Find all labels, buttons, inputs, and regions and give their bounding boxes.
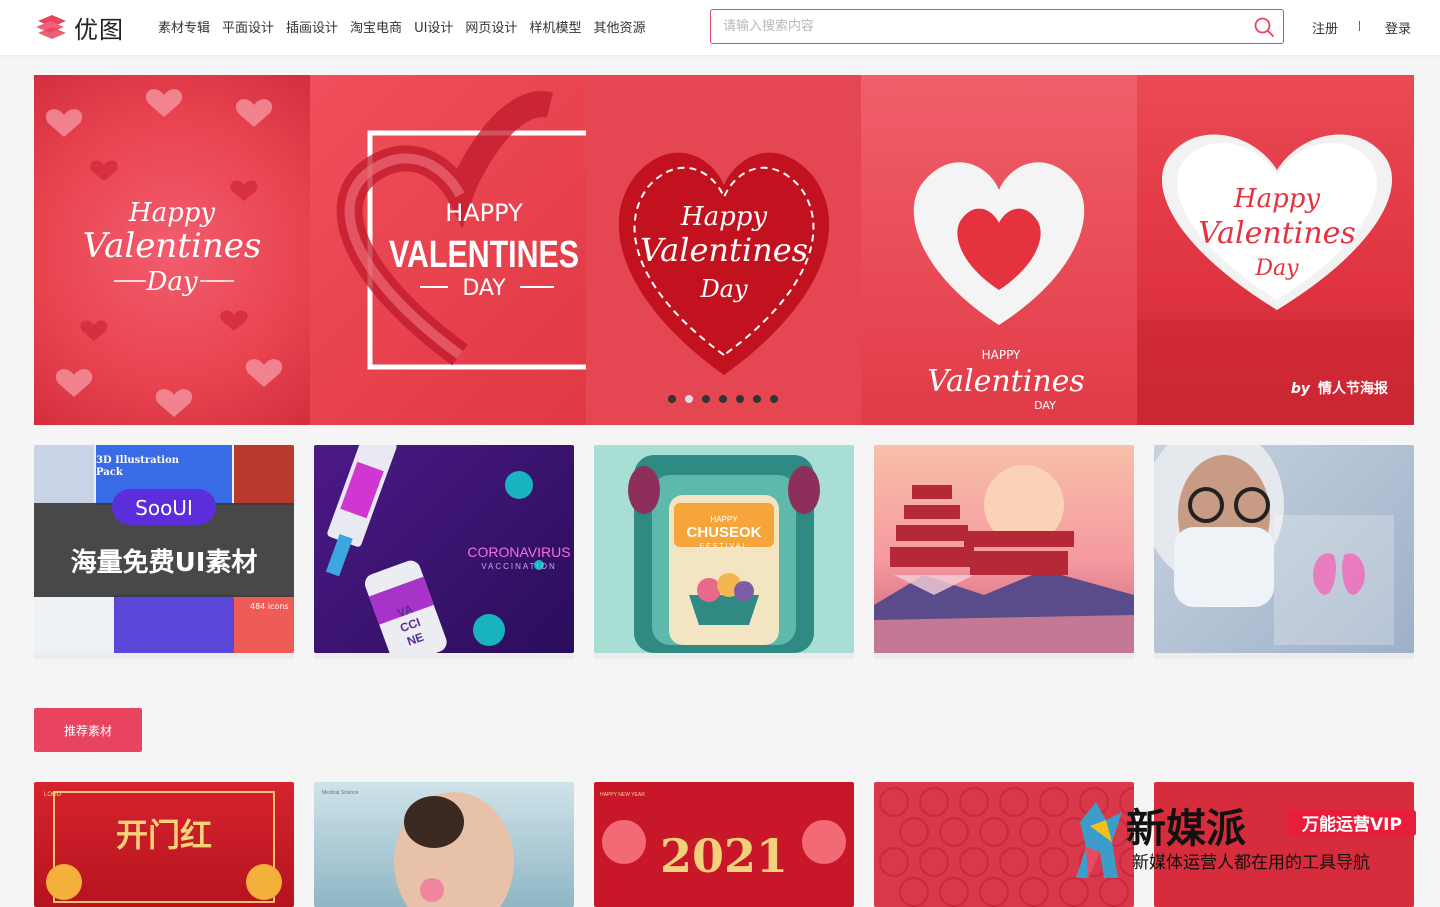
- banner-byline: by 情人节海报: [1291, 378, 1388, 398]
- top-header: 优图 素材专辑 平面设计 插画设计 淘宝电商 UI设计 网页设计 样机模型 其他…: [0, 0, 1440, 55]
- banner-1-line1: Happy: [128, 198, 215, 228]
- card-pagoda[interactable]: [874, 445, 1134, 653]
- nav-item-ui-design[interactable]: UI设计: [414, 17, 453, 36]
- bottom-card-1-tag: LOGO: [44, 792, 62, 798]
- hearts-pattern-1: Happy Valentines Day: [45, 89, 283, 417]
- banner-3-line2: Valentines: [640, 231, 808, 269]
- search-box: [710, 9, 1284, 44]
- bottom-card-3-title: 2021: [660, 829, 788, 883]
- recommend-tab-button[interactable]: 推荐素材: [34, 708, 142, 752]
- bottom-card-2[interactable]: Medical Science: [314, 782, 574, 907]
- bottom-card-3[interactable]: HAPPY NEW YEAR 2021: [594, 782, 854, 907]
- nav-item-graphic-design[interactable]: 平面设计: [222, 17, 274, 36]
- register-link[interactable]: 注册: [1312, 18, 1338, 37]
- card-medical[interactable]: [1154, 445, 1414, 653]
- card-sooui-sub3: 484 icons: [250, 602, 289, 611]
- banner-panel-5: Happy Valentines Day: [1137, 75, 1414, 425]
- card-shadow-2: [314, 653, 574, 659]
- nav-item-illustration[interactable]: 插画设计: [286, 17, 338, 36]
- bottom-card-3-art: HAPPY NEW YEAR 2021: [600, 792, 846, 883]
- watermark-badge: 万能运营VIP: [1301, 814, 1402, 835]
- banner-4-line3: DAY: [1034, 399, 1056, 412]
- banner-1-line3: Day: [145, 267, 197, 297]
- card-shadow-1: [34, 653, 294, 659]
- heart-5: Happy Valentines Day: [1137, 134, 1414, 425]
- card-sooui[interactable]: SooUI 海量免费UI素材 3D Illustration Pack 484 …: [34, 445, 294, 653]
- hero-banner[interactable]: Happy Valentines Day HAPPY VALENTINES DA…: [34, 75, 1414, 425]
- carousel-dot-3[interactable]: [702, 395, 710, 403]
- card-vaccine[interactable]: CORONAVIRUS VACCINATION VA CCI NE: [314, 445, 574, 653]
- card-shadow-4: [874, 653, 1134, 659]
- main-nav: 素材专辑 平面设计 插画设计 淘宝电商 UI设计 网页设计 样机模型 其他资源: [158, 17, 657, 36]
- card-vaccine-sub: VACCINATION: [481, 562, 556, 571]
- carousel-dot-2[interactable]: [685, 395, 693, 403]
- bottom-card-3-tag: HAPPY NEW YEAR: [600, 792, 645, 798]
- nav-item-other[interactable]: 其他资源: [593, 17, 645, 36]
- banner-5-line1: Happy: [1233, 184, 1320, 214]
- banner-panel-1: Happy Valentines Day: [34, 75, 310, 425]
- banner-4-line1: HAPPY: [982, 348, 1021, 362]
- card-sooui-sub1: 3D Illustration: [96, 455, 180, 466]
- site-logo[interactable]: 优图: [34, 10, 124, 44]
- watermark-overlay: 新媒派 万能运营VIP 新媒体运营人都在用的工具导航: [1066, 792, 1426, 882]
- bottom-card-2-title: Medical Science: [322, 790, 359, 796]
- auth-divider: [1359, 21, 1360, 31]
- card-chuseok-art: HAPPY CHUSEOK FESTIVAL: [628, 455, 820, 653]
- card-vaccine-art: CORONAVIRUS VACCINATION VA CCI NE: [325, 445, 571, 653]
- card-chuseok-sub: FESTIVAL: [700, 543, 749, 550]
- carousel-dot-4[interactable]: [719, 395, 727, 403]
- banner-5-line2: Valentines: [1198, 216, 1356, 251]
- banner-3-line3: Day: [699, 275, 748, 303]
- logo-icon: [36, 15, 66, 39]
- card-sooui-sub2: Pack: [96, 467, 124, 478]
- banner-2-line3: DAY: [462, 276, 506, 301]
- bottom-card-2-art: Medical Science: [322, 790, 514, 907]
- carousel-dots: [668, 395, 787, 403]
- card-vaccine-title: CORONAVIRUS: [467, 544, 570, 560]
- card-sooui-badge: SooUI: [135, 496, 193, 520]
- search-icon[interactable]: [1253, 16, 1275, 38]
- nav-item-mockups[interactable]: 样机模型: [529, 17, 581, 36]
- bottom-card-1-title: 开门红: [116, 816, 212, 854]
- banner-2-line2: VALENTINES: [389, 234, 579, 276]
- watermark-subtitle: 新媒体运营人都在用的工具导航: [1132, 853, 1370, 873]
- logo-text: 优图: [74, 15, 124, 44]
- banner-1-line2: Valentines: [83, 226, 262, 266]
- banner-2-line1: HAPPY: [445, 199, 523, 227]
- carousel-dot-5[interactable]: [736, 395, 744, 403]
- bottom-card-1-art: LOGO 开门红: [44, 791, 282, 903]
- nav-item-web-design[interactable]: 网页设计: [465, 17, 517, 36]
- card-sooui-art: SooUI 海量免费UI素材 3D Illustration Pack 484 …: [34, 445, 294, 653]
- card-sooui-title: 海量免费UI素材: [71, 547, 258, 578]
- banner-4-line2: Valentines: [927, 364, 1085, 399]
- card-pagoda-art: [874, 465, 1134, 653]
- banner-panel-4: HAPPY Valentines DAY: [861, 75, 1137, 425]
- byline-text: 情人节海报: [1318, 381, 1388, 397]
- login-link[interactable]: 登录: [1385, 18, 1411, 37]
- card-chuseok[interactable]: HAPPY CHUSEOK FESTIVAL: [594, 445, 854, 653]
- card-shadow-3: [594, 653, 854, 659]
- carousel-dot-1[interactable]: [668, 395, 676, 403]
- search-input[interactable]: [711, 10, 1231, 43]
- carousel-dot-6[interactable]: [753, 395, 761, 403]
- banner-panel-3: Happy Valentines Day: [586, 75, 861, 425]
- banner-3-line1: Happy: [680, 202, 767, 232]
- bottom-card-1[interactable]: LOGO 开门红: [34, 782, 294, 907]
- watermark-art: 新媒派 万能运营VIP 新媒体运营人都在用的工具导航: [1076, 802, 1416, 878]
- card-chuseok-pre: HAPPY: [710, 515, 738, 524]
- card-shadow-5: [1154, 653, 1414, 659]
- carousel-dot-7[interactable]: [770, 395, 778, 403]
- heart-3: Happy Valentines Day: [618, 152, 830, 375]
- banner-panel-2: HAPPY VALENTINES DAY: [310, 75, 586, 425]
- byline-by: by: [1290, 381, 1310, 397]
- heart-4: HAPPY Valentines DAY: [913, 162, 1085, 412]
- watermark-title: 新媒派: [1126, 806, 1246, 852]
- card-medical-art: [1154, 445, 1394, 645]
- nav-item-taobao[interactable]: 淘宝电商: [350, 17, 402, 36]
- nav-item-albums[interactable]: 素材专辑: [158, 17, 210, 36]
- heart-frame-2: HAPPY VALENTINES DAY: [336, 91, 586, 370]
- card-chuseok-title: CHUSEOK: [686, 524, 761, 541]
- banner-5-line3: Day: [1254, 256, 1299, 281]
